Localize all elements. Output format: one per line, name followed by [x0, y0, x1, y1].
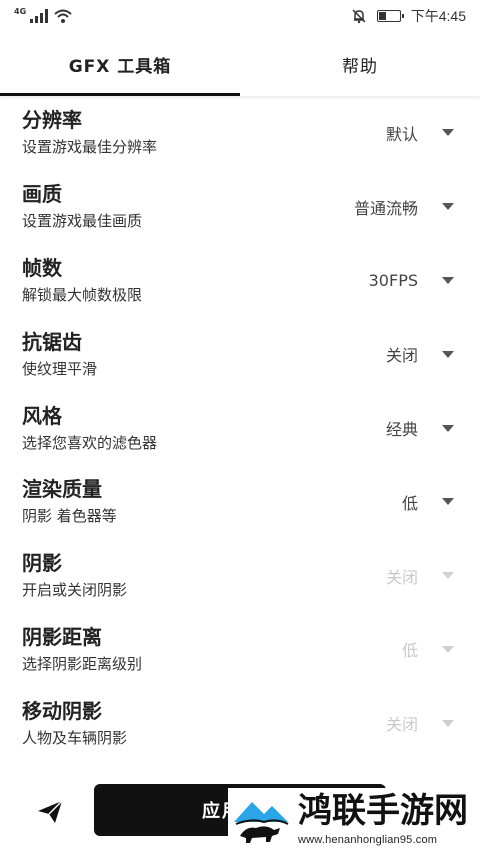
- settings-list: 分辨率 设置游戏最佳分辨率 默认 画质 设置游戏最佳画质 普通流畅 帧数 解锁最…: [0, 96, 480, 760]
- dropdown-caret-icon: [442, 719, 454, 727]
- setting-value: 低: [401, 493, 418, 513]
- render-quality-select[interactable]: 低: [402, 490, 458, 514]
- watermark-text: 鸿联手游网: [298, 791, 468, 831]
- shadow-distance-select[interactable]: 低: [402, 637, 458, 661]
- setting-subtitle: 阴影 着色器等: [22, 507, 117, 526]
- setting-title: 抗锯齿: [22, 329, 82, 354]
- setting-title: 移动阴影: [22, 698, 102, 723]
- setting-value: 关闭: [385, 567, 418, 587]
- dropdown-caret-icon: [442, 203, 454, 211]
- graphics-select[interactable]: 普通流畅: [354, 195, 458, 219]
- setting-value: 普通流畅: [353, 198, 418, 218]
- setting-subtitle: 人物及车辆阴影: [22, 728, 128, 747]
- setting-text: 分辨率 设置游戏最佳分辨率: [22, 108, 386, 157]
- status-bar: 4G 下午4:45: [0, 0, 480, 32]
- setting-row-moving-shadow: 移动阴影 人物及车辆阴影 关闭: [0, 686, 480, 760]
- setting-subtitle: 设置游戏最佳分辨率: [22, 138, 158, 157]
- setting-row-render-quality: 渲染质量 阴影 着色器等 低: [0, 465, 480, 539]
- setting-title: 风格: [22, 403, 62, 428]
- setting-row-fps: 帧数 解锁最大帧数极限 30FPS: [0, 244, 480, 318]
- setting-subtitle: 选择阴影距离级别: [22, 654, 143, 673]
- moving-shadow-select[interactable]: 关闭: [386, 711, 458, 735]
- tab-gfx-toolbox[interactable]: GFX 工具箱: [0, 32, 240, 96]
- tab-help[interactable]: 帮助: [240, 32, 480, 96]
- battery-icon: [376, 10, 404, 22]
- setting-text: 渲染质量 阴影 着色器等: [22, 477, 402, 526]
- watermark-url: www.henanhonglian95.com: [298, 834, 438, 846]
- dropdown-caret-icon: [442, 498, 454, 506]
- resolution-select[interactable]: 默认: [386, 121, 458, 145]
- setting-title: 画质: [22, 182, 62, 207]
- setting-value: 经典: [385, 420, 418, 440]
- setting-text: 画质 设置游戏最佳画质: [22, 182, 354, 231]
- dropdown-caret-icon: [442, 350, 454, 358]
- setting-row-shadow: 阴影 开启或关闭阴影 关闭: [0, 539, 480, 613]
- setting-row-style: 风格 选择您喜欢的滤色器 经典: [0, 391, 480, 465]
- paper-plane-icon: [38, 800, 63, 823]
- setting-title: 阴影距离: [22, 624, 102, 649]
- setting-value: 默认: [385, 124, 418, 144]
- mute-bell-icon: [352, 9, 366, 24]
- send-button[interactable]: [28, 792, 72, 832]
- setting-value: 30FPS: [368, 270, 418, 290]
- setting-subtitle: 解锁最大帧数极限: [22, 285, 143, 304]
- setting-subtitle: 选择您喜欢的滤色器: [22, 433, 158, 452]
- dropdown-caret-icon: [442, 424, 454, 432]
- status-right: 下午4:45: [351, 6, 466, 26]
- antialiasing-select[interactable]: 关闭: [386, 342, 458, 366]
- signal-icon: [30, 9, 49, 23]
- dropdown-caret-icon: [442, 276, 454, 284]
- setting-text: 阴影 开启或关闭阴影: [22, 551, 386, 600]
- dropdown-caret-icon: [442, 572, 454, 580]
- setting-value: 关闭: [385, 715, 418, 735]
- setting-row-resolution: 分辨率 设置游戏最佳分辨率 默认: [0, 96, 480, 170]
- setting-subtitle: 开启或关闭阴影: [22, 581, 128, 600]
- status-time: 下午4:45: [410, 8, 466, 24]
- setting-row-antialiasing: 抗锯齿 使纹理平滑 关闭: [0, 317, 480, 391]
- setting-value: 关闭: [385, 346, 418, 366]
- setting-subtitle: 设置游戏最佳画质: [22, 212, 143, 231]
- setting-text: 阴影距离 选择阴影距离级别: [22, 625, 402, 674]
- fps-select[interactable]: 30FPS: [369, 271, 458, 290]
- setting-value: 低: [401, 641, 418, 661]
- setting-subtitle: 使纹理平滑: [22, 359, 98, 378]
- setting-text: 抗锯齿 使纹理平滑: [22, 330, 386, 379]
- network-label: 4G: [14, 6, 27, 16]
- setting-title: 阴影: [22, 551, 62, 576]
- dropdown-caret-icon: [442, 645, 454, 653]
- status-left: 4G: [14, 6, 72, 23]
- setting-row-shadow-distance: 阴影距离 选择阴影距离级别 低: [0, 613, 480, 687]
- tab-bar: GFX 工具箱 帮助: [0, 32, 480, 96]
- dropdown-caret-icon: [442, 129, 454, 137]
- setting-text: 风格 选择您喜欢的滤色器: [22, 404, 386, 453]
- style-select[interactable]: 经典: [386, 416, 458, 440]
- wifi-icon: [54, 9, 72, 23]
- setting-row-graphics: 画质 设置游戏最佳画质 普通流畅: [0, 170, 480, 244]
- watermark-logo-icon: [232, 792, 290, 846]
- watermark: 鸿联手游网 www.henanhonglian95.com: [228, 788, 480, 853]
- setting-title: 分辨率: [22, 108, 82, 133]
- shadow-select[interactable]: 关闭: [386, 564, 458, 588]
- setting-title: 帧数: [22, 255, 62, 280]
- battery-fill: [378, 12, 386, 20]
- setting-title: 渲染质量: [22, 477, 102, 502]
- setting-text: 帧数 解锁最大帧数极限: [22, 256, 369, 305]
- setting-text: 移动阴影 人物及车辆阴影: [22, 699, 386, 748]
